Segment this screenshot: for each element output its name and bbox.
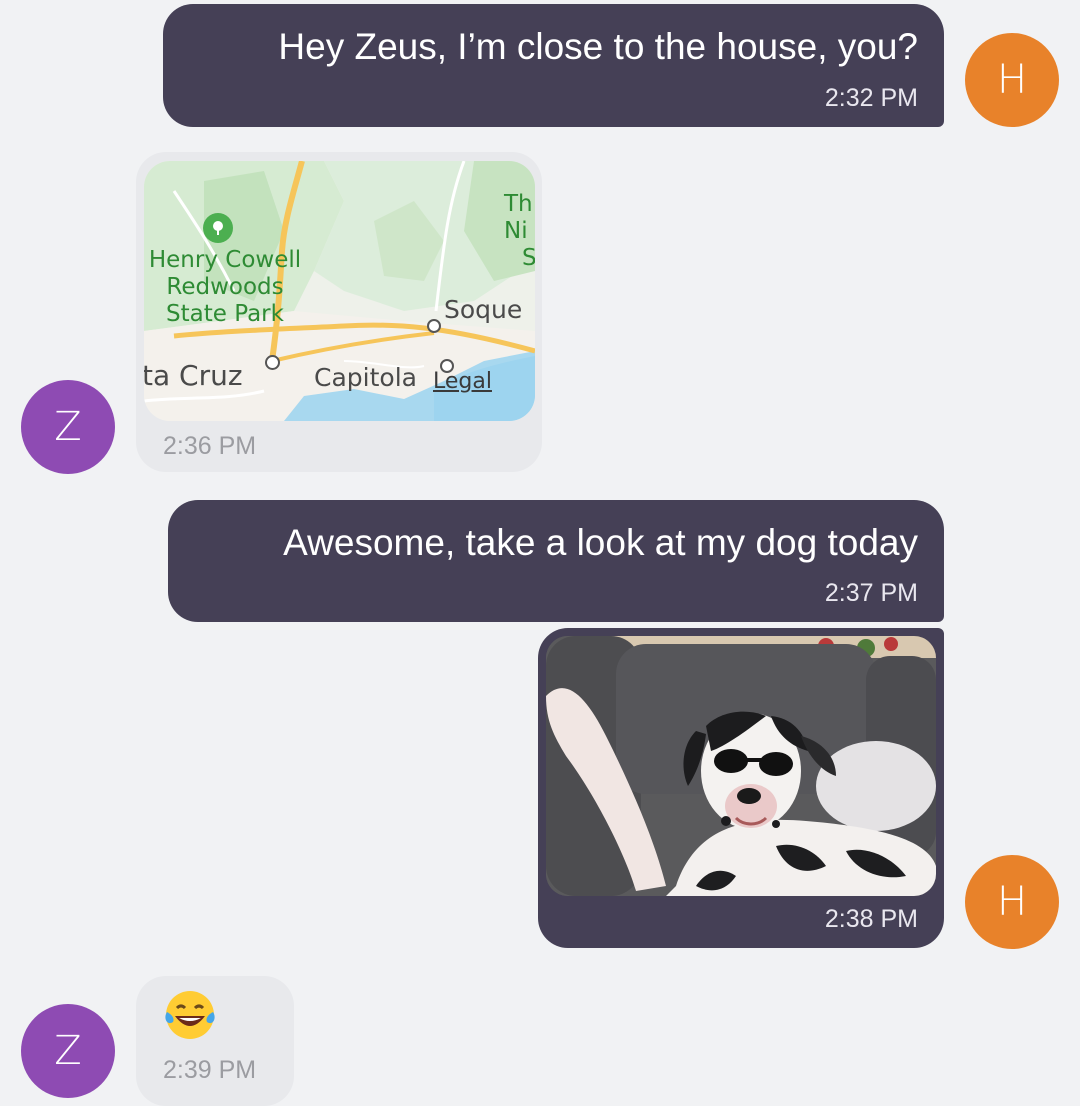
message-timestamp: 2:36 PM xyxy=(163,432,257,460)
avatar[interactable]: Z xyxy=(21,380,115,474)
message-bubble-incoming[interactable]: Henry Cowell Redwoods State Park Th Ni S… xyxy=(136,152,542,472)
message-bubble-outgoing[interactable]: Awesome, take a look at my dog today 2:3… xyxy=(168,500,944,622)
message-bubble-outgoing-photo[interactable]: 2:38 PM xyxy=(538,628,944,948)
map-label-line: Th xyxy=(504,191,533,217)
avatar[interactable]: H xyxy=(965,33,1059,127)
map-park-label: Henry Cowell Redwoods State Park xyxy=(144,247,310,328)
map-legal-link[interactable]: Legal xyxy=(433,369,492,394)
map-label-line: State Park xyxy=(166,301,284,327)
laughing-emoji-icon xyxy=(163,988,217,1042)
message-bubble-outgoing[interactable]: Hey Zeus, I’m close to the house, you? 2… xyxy=(163,4,944,127)
dog-photo[interactable] xyxy=(546,636,936,896)
message-text: Hey Zeus, I’m close to the house, you? xyxy=(278,26,918,67)
message-timestamp: 2:38 PM xyxy=(824,905,918,933)
avatar-initial: Z xyxy=(54,404,82,450)
map-label-line: Redwoods xyxy=(166,274,284,300)
dog-photo-image xyxy=(546,636,936,896)
city-marker-icon xyxy=(265,355,280,370)
map-preview[interactable]: Henry Cowell Redwoods State Park Th Ni S… xyxy=(144,161,535,421)
avatar[interactable]: H xyxy=(965,855,1059,949)
map-label-line: Henry Cowell xyxy=(148,247,302,273)
map-label-line: S xyxy=(522,245,535,271)
map-city-label: Soque xyxy=(444,295,523,324)
avatar-initial: H xyxy=(996,879,1028,925)
message-timestamp: 2:39 PM xyxy=(163,1056,257,1084)
city-marker-icon xyxy=(427,319,441,333)
avatar[interactable]: Z xyxy=(21,1004,115,1098)
map-city-label: Capitola xyxy=(314,363,417,392)
map-city-label: ta Cruz xyxy=(144,359,243,392)
avatar-initial: H xyxy=(996,57,1028,103)
message-timestamp: 2:37 PM xyxy=(824,579,918,607)
message-text: Awesome, take a look at my dog today xyxy=(283,522,918,563)
park-tree-icon xyxy=(203,213,233,243)
message-bubble-incoming[interactable]: 2:39 PM xyxy=(136,976,294,1106)
avatar-initial: Z xyxy=(54,1028,82,1074)
message-timestamp: 2:32 PM xyxy=(824,84,918,112)
map-corner-label: Th Ni S xyxy=(504,191,535,272)
map-label-line: Ni xyxy=(504,218,528,244)
